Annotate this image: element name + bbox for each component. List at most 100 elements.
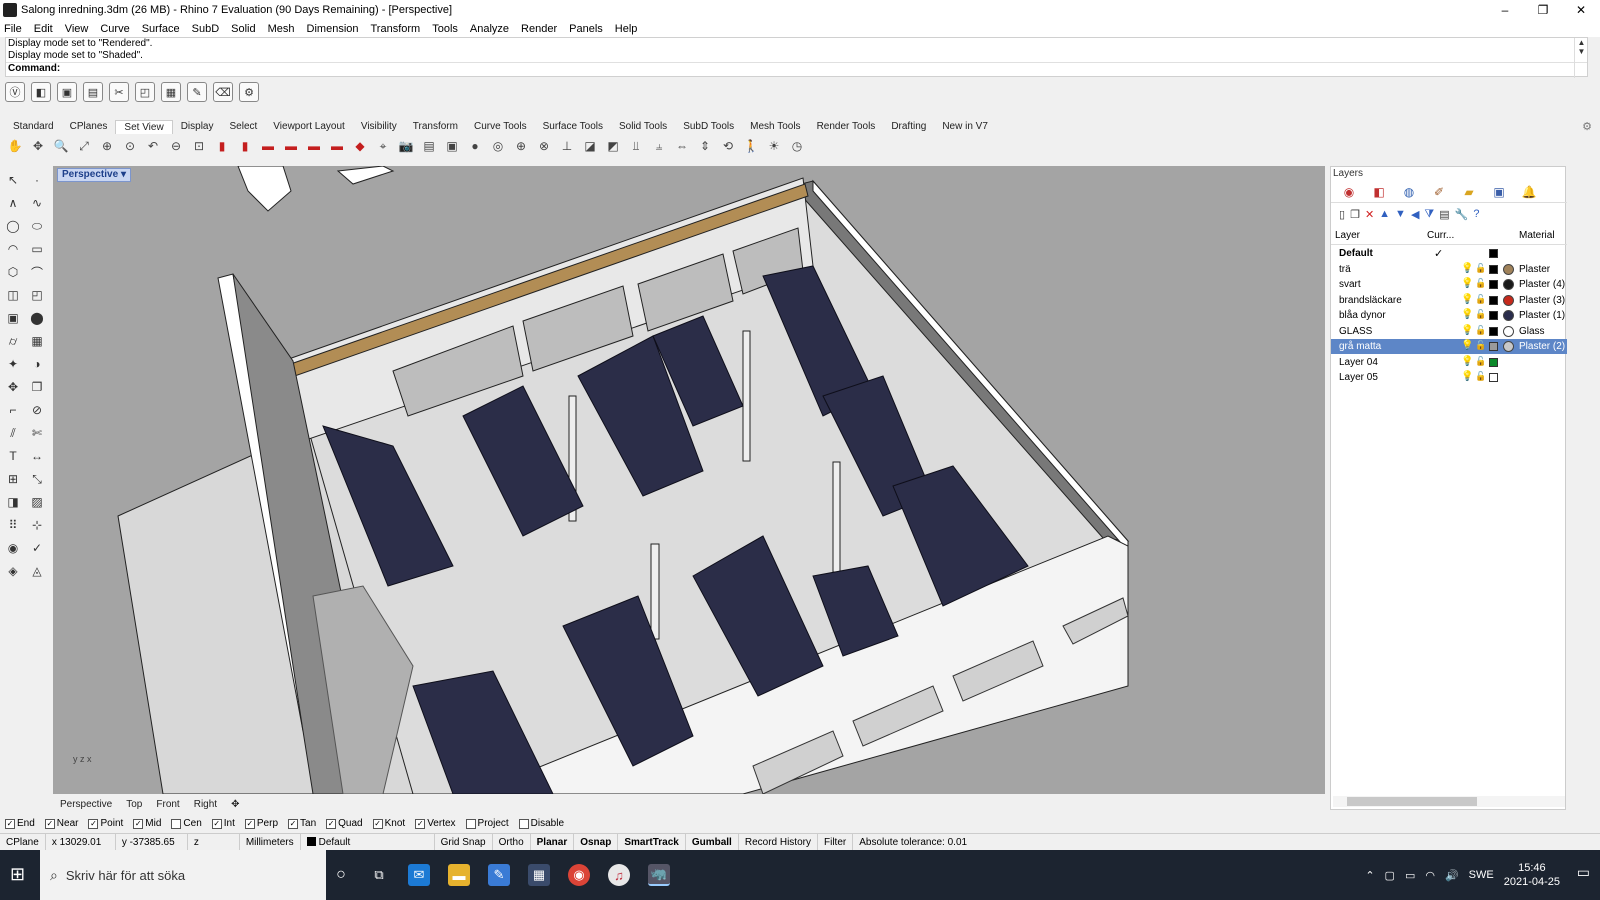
col-current[interactable]: Curr... bbox=[1427, 230, 1454, 241]
zoom-out-icon[interactable]: ⊖ bbox=[166, 137, 186, 155]
layer-row[interactable]: svart 💡 🔓 Plaster (4) bbox=[1331, 277, 1567, 292]
distribute-icon[interactable]: ⫨ bbox=[649, 137, 669, 155]
offset-icon[interactable]: ⫽ bbox=[3, 423, 23, 443]
mail-icon[interactable]: ✉ bbox=[408, 864, 430, 886]
tab-cplanes[interactable]: CPlanes bbox=[62, 120, 116, 134]
material-sphere-icon[interactable] bbox=[1503, 294, 1514, 306]
minimize-button[interactable]: – bbox=[1486, 0, 1524, 20]
chrome-icon[interactable]: ◉ bbox=[568, 864, 590, 886]
layers-horizontal-scrollbar[interactable] bbox=[1333, 796, 1565, 807]
layer-color-swatch[interactable] bbox=[1489, 326, 1498, 336]
layer-states-icon[interactable]: ▤ bbox=[1439, 208, 1449, 221]
unlock-icon[interactable]: 🔓 bbox=[1475, 325, 1486, 336]
language-indicator[interactable]: SWE bbox=[1469, 869, 1494, 881]
unlock-icon[interactable]: 🔓 bbox=[1475, 371, 1486, 382]
menu-tools[interactable]: Tools bbox=[432, 23, 458, 35]
cplane-origin-icon[interactable]: ⊕ bbox=[511, 137, 531, 155]
cplane-rotate-icon[interactable]: ⊗ bbox=[534, 137, 554, 155]
print-icon[interactable]: ▤ bbox=[83, 82, 103, 102]
cplane-status[interactable]: CPlane bbox=[0, 833, 46, 851]
checkbox[interactable] bbox=[465, 818, 476, 829]
menu-panels[interactable]: Panels bbox=[569, 23, 603, 35]
clock-icon[interactable]: ◷ bbox=[787, 137, 807, 155]
tab-surface-tools[interactable]: Surface Tools bbox=[535, 120, 611, 134]
zoom-1-1-icon[interactable]: ⊡ bbox=[189, 137, 209, 155]
checkbox[interactable]: ✓ bbox=[44, 818, 55, 829]
osnap-disable[interactable]: Disable bbox=[518, 818, 564, 829]
chevron-down-icon[interactable]: ▾ bbox=[121, 169, 126, 180]
capture-icon[interactable]: ▤ bbox=[419, 137, 439, 155]
clock[interactable]: 15:46 2021-04-25 bbox=[1504, 861, 1560, 889]
zoom-window-icon[interactable]: ⊕ bbox=[97, 137, 117, 155]
tab-render-tools[interactable]: Render Tools bbox=[809, 120, 884, 134]
toolbar-settings-icon[interactable]: ⚙ bbox=[1582, 120, 1592, 133]
visibility-bulb-icon[interactable]: 💡 bbox=[1461, 263, 1473, 274]
curve-icon[interactable]: ∿ bbox=[27, 193, 47, 213]
save-icon[interactable]: ▣ bbox=[57, 82, 77, 102]
cplane-view-icon[interactable]: ◩ bbox=[603, 137, 623, 155]
cut-icon[interactable]: ✂ bbox=[109, 82, 129, 102]
smarttrack-toggle[interactable]: SmartTrack bbox=[618, 833, 686, 851]
top-view-icon[interactable]: ▮ bbox=[212, 137, 232, 155]
taskbar-search[interactable]: ⌕ Skriv här för att söka bbox=[40, 850, 326, 900]
layer-material[interactable]: Plaster (3) bbox=[1519, 295, 1565, 306]
visibility-bulb-icon[interactable]: 💡 bbox=[1461, 325, 1473, 336]
polygon-icon[interactable]: ⬡ bbox=[3, 262, 23, 282]
zoom-icon[interactable]: 🔍 bbox=[51, 137, 71, 155]
tools-icon[interactable]: 🔧 bbox=[1455, 208, 1469, 221]
close-button[interactable]: ✕ bbox=[1562, 0, 1600, 20]
folder-icon[interactable]: ▰ bbox=[1459, 185, 1479, 199]
osnap-quad[interactable]: ✓ Quad bbox=[326, 818, 363, 829]
new-layer-icon[interactable]: ▯ bbox=[1339, 208, 1345, 221]
viewport-tab-top[interactable]: Top bbox=[119, 799, 149, 810]
menu-transform[interactable]: Transform bbox=[371, 23, 421, 35]
unlock-icon[interactable]: 🔓 bbox=[1475, 263, 1486, 274]
mesh-tool-icon[interactable]: ▦ bbox=[27, 331, 47, 351]
right-view-icon[interactable]: ▬ bbox=[258, 137, 278, 155]
named-view-icon[interactable]: ⌖ bbox=[373, 137, 393, 155]
ellipse-icon[interactable]: ⬭ bbox=[27, 216, 47, 236]
tab-display[interactable]: Display bbox=[173, 120, 222, 134]
display-icon[interactable]: ▣ bbox=[1489, 185, 1509, 199]
options-icon[interactable]: ⚙ bbox=[239, 82, 259, 102]
material-sphere-icon[interactable] bbox=[1503, 310, 1514, 321]
search-input[interactable]: Skriv här för att söka bbox=[66, 868, 185, 883]
checkbox[interactable]: ✓ bbox=[326, 818, 337, 829]
volume-icon[interactable]: 🔊 bbox=[1445, 869, 1459, 882]
tab-mesh-tools[interactable]: Mesh Tools bbox=[742, 120, 808, 134]
layer-material[interactable]: Plaster (4) bbox=[1519, 279, 1565, 290]
meet-now-icon[interactable]: ▢ bbox=[1385, 869, 1395, 882]
units-status[interactable]: Millimeters bbox=[240, 833, 301, 851]
back-view-icon[interactable]: ▬ bbox=[281, 137, 301, 155]
osnap-int[interactable]: ✓ Int bbox=[211, 818, 235, 829]
rectangle-icon[interactable]: ▭ bbox=[27, 239, 47, 259]
boolean-icon[interactable]: ◑ bbox=[27, 354, 47, 374]
checkbox[interactable]: ✓ bbox=[5, 818, 15, 829]
viewport-tab-front[interactable]: Front bbox=[149, 799, 186, 810]
hatch-icon[interactable]: ▨ bbox=[27, 492, 47, 512]
layer-name[interactable]: brandsläckare bbox=[1339, 295, 1402, 306]
scale-icon[interactable]: ⤡ bbox=[27, 469, 47, 489]
layer-row[interactable]: Layer 05 💡 🔓 bbox=[1331, 370, 1567, 385]
menu-mesh[interactable]: Mesh bbox=[268, 23, 295, 35]
target-icon[interactable]: ◎ bbox=[488, 137, 508, 155]
osnap-cen[interactable]: Cen bbox=[171, 818, 202, 829]
sphere-solid-icon[interactable]: ⬤ bbox=[27, 308, 47, 328]
whiteboard-icon[interactable]: ✎ bbox=[488, 864, 510, 886]
visibility-bulb-icon[interactable]: 💡 bbox=[1461, 340, 1473, 351]
select-arrow-icon[interactable]: ↖ bbox=[3, 170, 23, 190]
record-history-toggle[interactable]: Record History bbox=[739, 833, 818, 851]
array-icon[interactable]: ⠿ bbox=[3, 515, 23, 535]
layer-color-swatch[interactable] bbox=[1489, 264, 1498, 274]
box-icon[interactable]: ◰ bbox=[135, 82, 155, 102]
menu-file[interactable]: File bbox=[4, 23, 22, 35]
layer-row[interactable]: GLASS 💡 🔓 Glass bbox=[1331, 324, 1567, 339]
layer-color-swatch[interactable] bbox=[1489, 280, 1498, 289]
maximize-button[interactable]: ❐ bbox=[1524, 0, 1562, 20]
planar-toggle[interactable]: Planar bbox=[531, 833, 575, 851]
extrude-icon[interactable]: ◰ bbox=[27, 285, 47, 305]
osnap-knot[interactable]: ✓ Knot bbox=[372, 818, 405, 829]
visibility-bulb-icon[interactable]: 💡 bbox=[1461, 309, 1473, 320]
rotate-view-icon[interactable]: ⟲ bbox=[718, 137, 738, 155]
layer-name[interactable]: Layer 04 bbox=[1339, 357, 1378, 368]
